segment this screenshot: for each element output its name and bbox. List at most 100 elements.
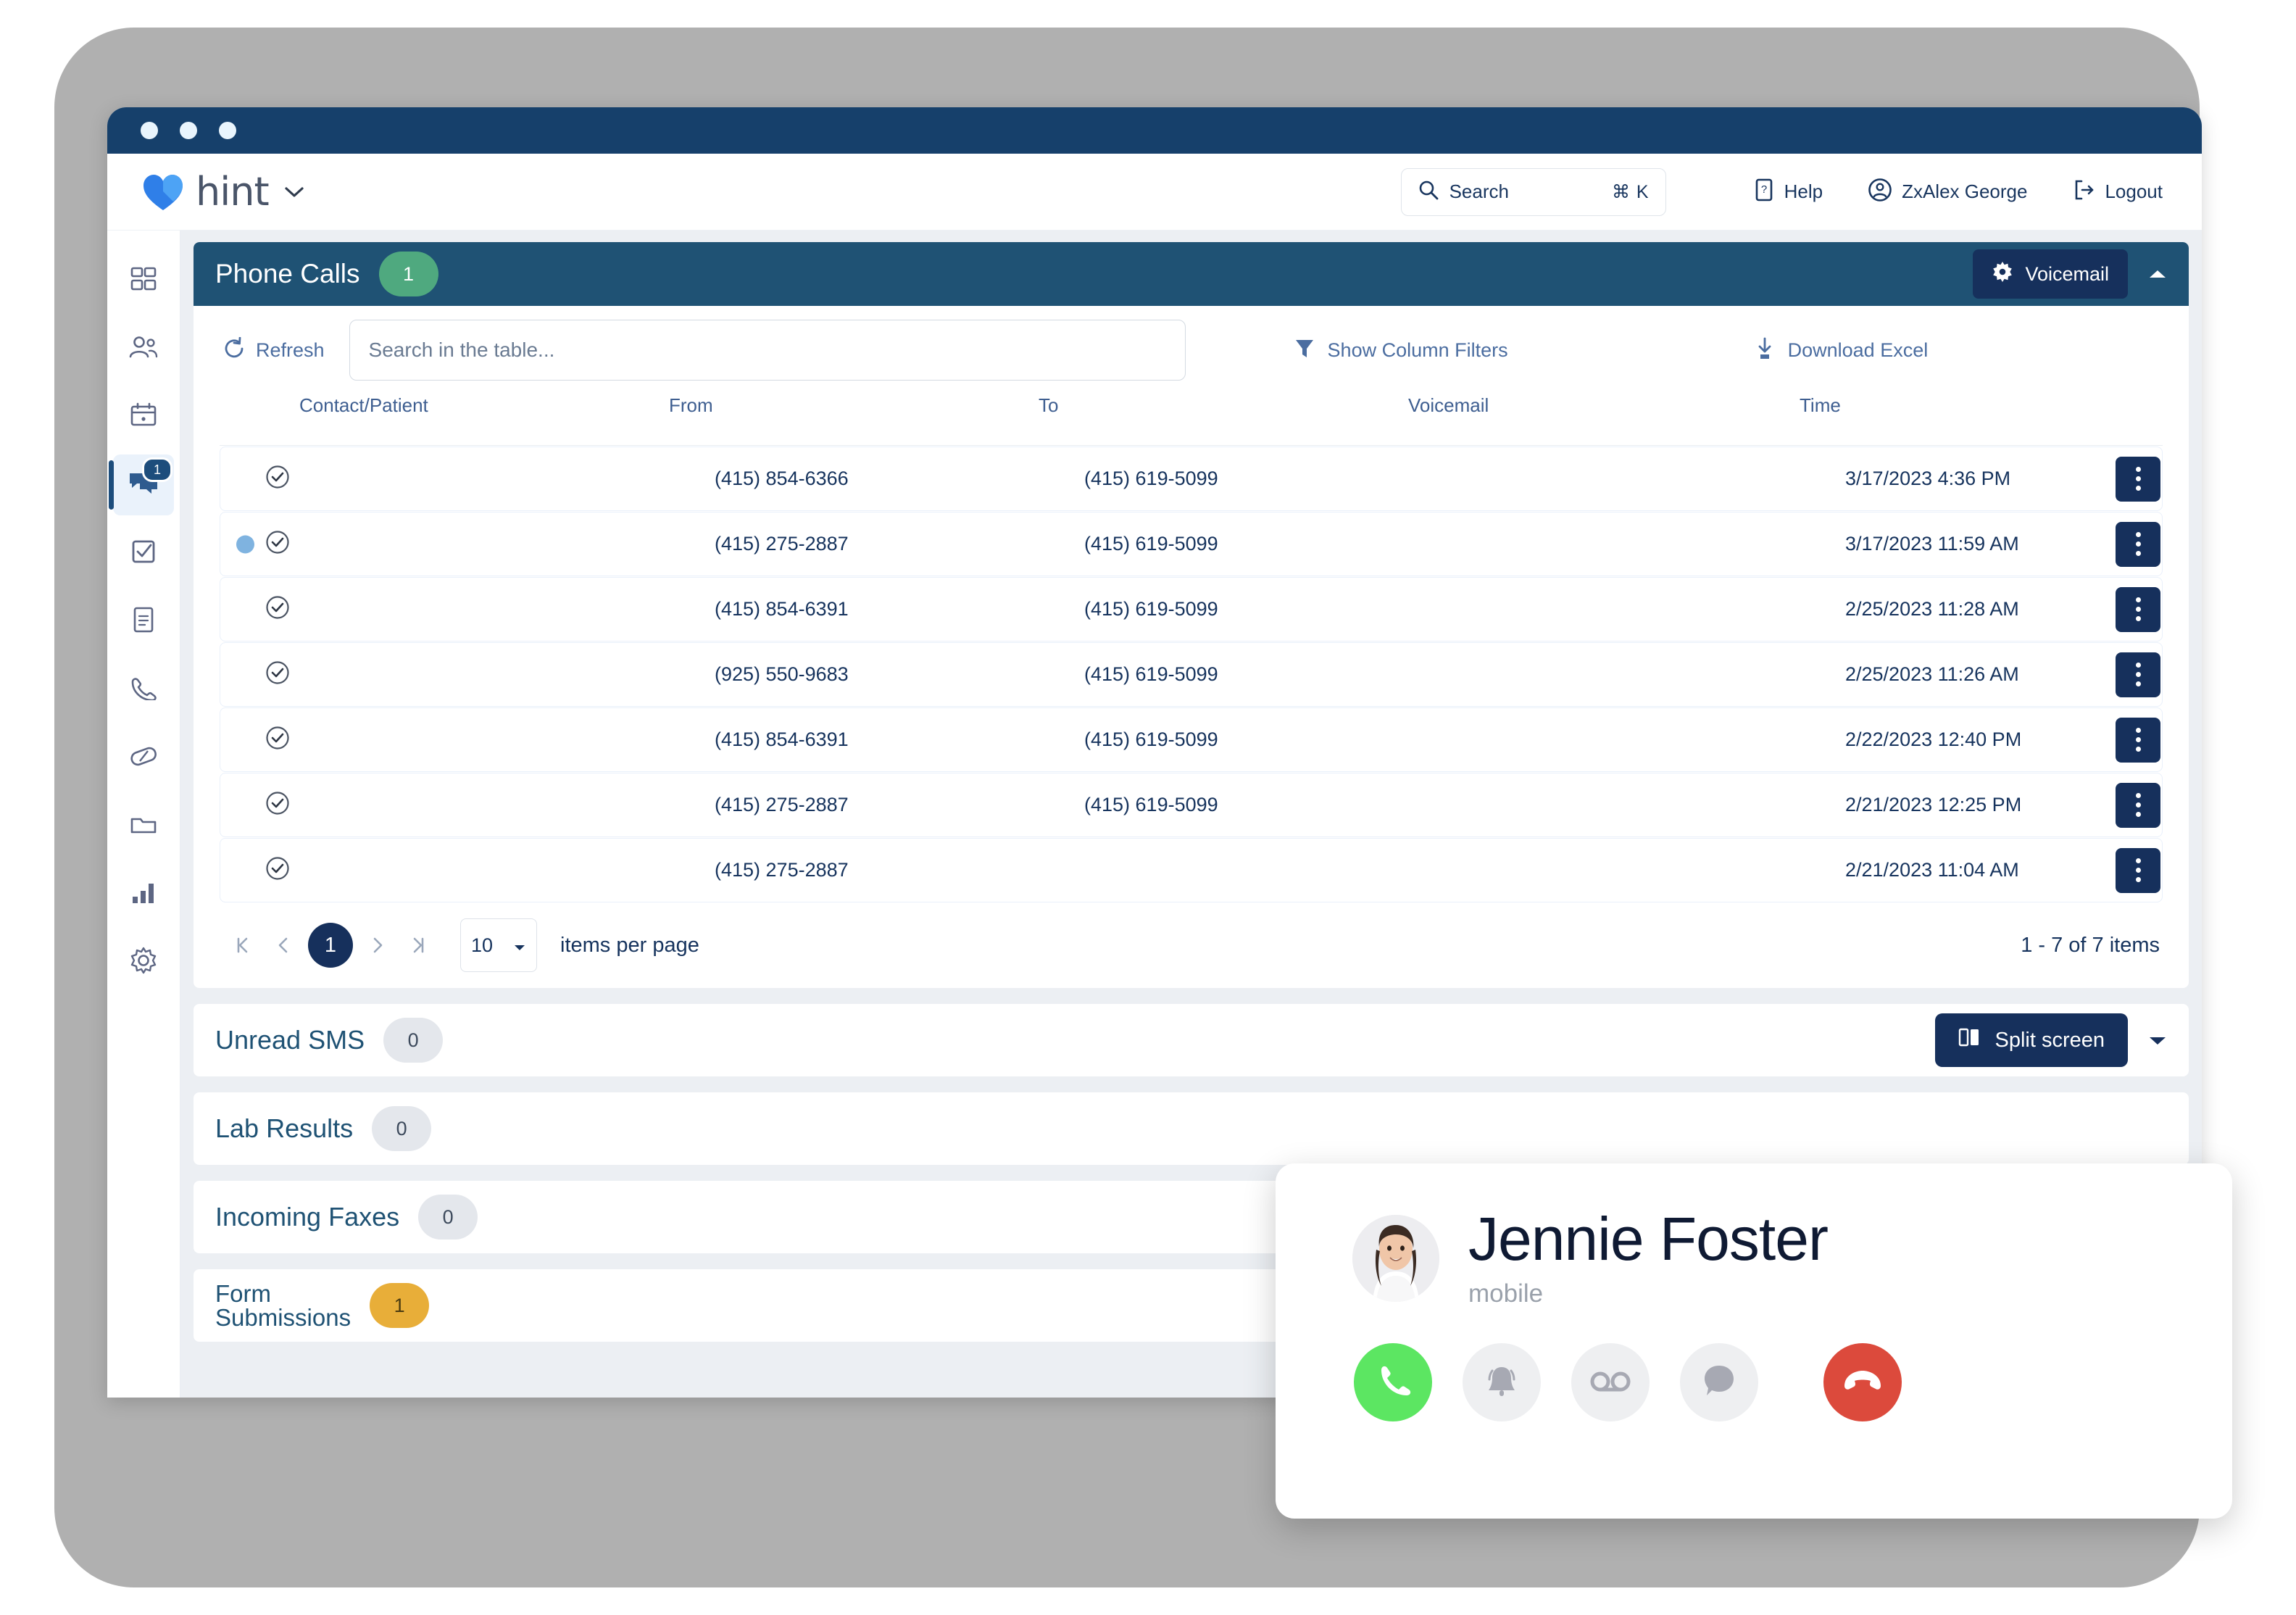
caller-name: Jennie Foster — [1468, 1205, 1829, 1273]
column-header-voicemail[interactable]: Voicemail — [1408, 394, 1800, 417]
cell-time: 2/25/2023 11:28 AM — [1845, 598, 2019, 620]
cell-from: (415) 854-6391 — [715, 598, 849, 620]
global-search-box[interactable]: Search ⌘ K — [1400, 167, 1666, 216]
show-column-filters-label: Show Column Filters — [1327, 339, 1508, 361]
sidebar-item-files[interactable] — [113, 795, 174, 856]
row-menu-button[interactable] — [2116, 652, 2160, 697]
table-body: (415) 854-6366 (415) 619-5099 3/17/2023 4:… — [220, 447, 2163, 902]
accordion-count-badge: 1 — [370, 1283, 430, 1328]
row-select-checkbox[interactable] — [265, 726, 345, 754]
sidebar-item-reports[interactable] — [113, 863, 174, 924]
window-minimize-dot[interactable] — [180, 122, 197, 139]
sidebar-item-documents[interactable] — [113, 591, 174, 652]
sidebar-item-calls[interactable] — [113, 659, 174, 720]
column-header-time[interactable]: Time — [1800, 394, 2076, 417]
sidebar-item-settings[interactable] — [113, 931, 174, 992]
phone-icon — [1373, 1361, 1413, 1404]
chevron-down-icon[interactable] — [2148, 1029, 2167, 1052]
cell-to: (415) 619-5099 — [1084, 533, 1218, 555]
table-row[interactable]: (925) 550-9683 (415) 619-5099 2/25/2023 11… — [220, 642, 2163, 707]
chevron-down-icon[interactable] — [283, 180, 305, 204]
row-select-checkbox[interactable] — [265, 791, 345, 819]
column-header-from[interactable]: From — [669, 394, 1039, 417]
window-close-dot[interactable] — [141, 122, 158, 139]
row-menu-button[interactable] — [2116, 521, 2160, 567]
current-page-button[interactable]: 1 — [308, 923, 353, 968]
cell-to: (415) 619-5099 — [1084, 728, 1218, 750]
row-menu-button[interactable] — [2116, 847, 2160, 893]
table-row[interactable]: (415) 854-6366 (415) 619-5099 3/17/2023 4:… — [220, 447, 2163, 511]
sidebar-item-messages[interactable]: 1 — [109, 454, 174, 515]
table-row[interactable]: (415) 854-6391 (415) 619-5099 2/22/2023 12… — [220, 707, 2163, 772]
download-excel-label: Download Excel — [1787, 339, 1929, 361]
send-to-voicemail-button[interactable] — [1571, 1343, 1650, 1421]
row-select-checkbox[interactable] — [265, 856, 345, 884]
table-search-input[interactable] — [349, 320, 1186, 381]
items-per-page-select[interactable]: 10 — [460, 918, 537, 972]
table-row[interactable]: (415) 275-2887 2/21/2023 11:04 AM — [220, 838, 2163, 902]
next-page-button[interactable] — [357, 925, 398, 966]
logout-button[interactable]: Logout — [2072, 178, 2163, 205]
row-select-checkbox[interactable] — [265, 595, 345, 623]
row-menu-button[interactable] — [2116, 586, 2160, 632]
cell-from: (415) 854-6366 — [715, 468, 849, 489]
send-message-button[interactable] — [1680, 1343, 1758, 1421]
table-row[interactable]: (415) 854-6391 (415) 619-5099 2/25/2023 11… — [220, 577, 2163, 642]
chat-bubble-icon — [1701, 1362, 1737, 1403]
row-select-checkbox[interactable] — [265, 465, 345, 493]
help-button[interactable]: ? Help — [1753, 178, 1823, 206]
caller-text: Jennie Foster mobile — [1468, 1205, 1829, 1308]
prev-page-button[interactable] — [263, 925, 304, 966]
window-maximize-dot[interactable] — [219, 122, 236, 139]
decline-call-button[interactable] — [1823, 1343, 1902, 1421]
row-select-checkbox[interactable] — [265, 530, 345, 558]
user-menu-button[interactable]: ZxAlex George — [1868, 178, 2027, 206]
row-select-checkbox[interactable] — [265, 660, 345, 689]
logout-icon — [2072, 178, 2095, 205]
table-toolbar: Refresh Show Column Filters Download — [194, 306, 2189, 394]
show-column-filters-button[interactable]: Show Column Filters — [1294, 338, 1508, 363]
document-icon — [130, 605, 157, 638]
first-page-button[interactable] — [222, 925, 263, 966]
accordion-section[interactable]: Unread SMS 0 Split screen — [194, 1004, 2189, 1076]
chevron-up-icon[interactable] — [2148, 263, 2167, 286]
column-header-contact[interactable]: Contact/Patient — [299, 394, 669, 417]
top-nav-actions: Search ⌘ K ? Help ZxAlex George Logout — [1400, 167, 2202, 216]
sidebar-item-patients[interactable] — [113, 318, 174, 379]
row-actions — [2075, 847, 2162, 893]
accordion-section[interactable]: Lab Results 0 — [194, 1092, 2189, 1165]
help-label: Help — [1784, 180, 1823, 202]
split-screen-label: Split screen — [1995, 1028, 2105, 1052]
cell-time: 2/21/2023 11:04 AM — [1845, 859, 2019, 881]
answer-call-button[interactable] — [1354, 1343, 1432, 1421]
row-menu-button[interactable] — [2116, 782, 2160, 828]
voicemail-button[interactable]: Voicemail — [1973, 249, 2128, 299]
accordion-title: Unread SMS — [215, 1025, 365, 1055]
svg-text:?: ? — [1760, 183, 1766, 196]
sidebar-item-dashboard[interactable] — [113, 250, 174, 311]
sidebar-item-medications[interactable] — [113, 727, 174, 788]
table-row[interactable]: (415) 275-2887 (415) 619-5099 3/17/2023 11… — [220, 512, 2163, 576]
last-page-button[interactable] — [398, 925, 438, 966]
column-header-to[interactable]: To — [1039, 394, 1408, 417]
sidebar-item-tasks[interactable] — [113, 523, 174, 584]
messages-badge: 1 — [142, 457, 172, 482]
cell-from: (415) 275-2887 — [715, 859, 849, 881]
row-actions — [2075, 521, 2162, 567]
split-screen-icon — [1958, 1026, 1980, 1054]
row-actions — [2075, 782, 2162, 828]
chevron-down-icon — [513, 934, 526, 957]
brand-name: hint — [196, 169, 270, 215]
split-screen-button[interactable]: Split screen — [1935, 1013, 2128, 1067]
sidebar-item-calendar[interactable] — [113, 386, 174, 447]
table-row[interactable]: (415) 275-2887 (415) 619-5099 2/21/2023 12… — [220, 773, 2163, 837]
phone-calls-header: Phone Calls 1 Voicemail — [194, 242, 2189, 306]
silence-ring-button[interactable] — [1463, 1343, 1541, 1421]
accordion-count-badge: 0 — [383, 1018, 444, 1063]
checkbox-icon — [130, 538, 157, 569]
download-excel-button[interactable]: Download Excel — [1755, 337, 1929, 364]
row-menu-button[interactable] — [2116, 456, 2160, 502]
row-menu-button[interactable] — [2116, 717, 2160, 763]
refresh-button[interactable]: Refresh — [222, 336, 325, 364]
brand-logo[interactable]: hint — [142, 169, 305, 215]
